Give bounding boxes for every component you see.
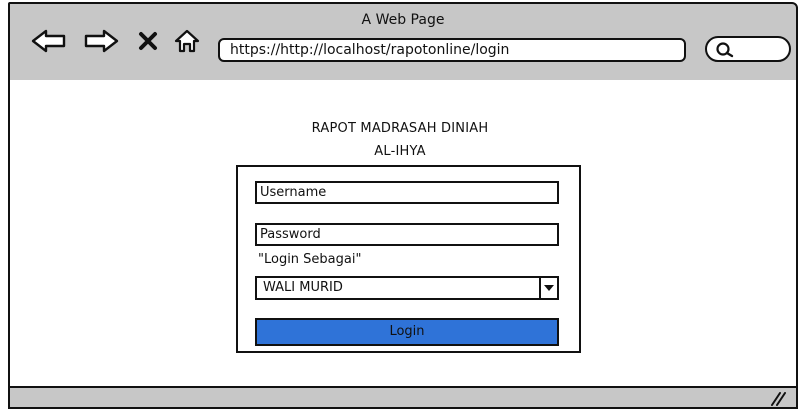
login-as-label: "Login Sebagai" xyxy=(258,252,362,267)
forward-arrow-icon[interactable] xyxy=(82,27,120,55)
role-select[interactable]: WALI MURID xyxy=(255,276,559,300)
login-button[interactable]: Login xyxy=(255,318,559,346)
status-bar xyxy=(8,386,798,409)
role-select-value: WALI MURID xyxy=(263,280,343,295)
browser-window: A Web Page https://http://localhost/rapo… xyxy=(0,0,800,409)
password-field[interactable]: Password xyxy=(255,223,559,246)
home-icon[interactable] xyxy=(172,27,202,55)
back-arrow-icon[interactable] xyxy=(30,27,68,55)
window-title: A Web Page xyxy=(361,12,445,28)
search-icon xyxy=(715,41,735,63)
search-box[interactable] xyxy=(705,36,791,62)
page-subtitle: AL-IHYA xyxy=(374,144,426,159)
resize-grip-icon[interactable] xyxy=(768,390,786,410)
address-bar[interactable]: https://http://localhost/rapotonline/log… xyxy=(218,38,686,62)
page-title: RAPOT MADRASAH DINIAH xyxy=(311,121,489,136)
username-field[interactable]: Username xyxy=(255,181,559,204)
close-icon[interactable] xyxy=(136,27,160,55)
chevron-down-icon[interactable] xyxy=(539,278,557,298)
